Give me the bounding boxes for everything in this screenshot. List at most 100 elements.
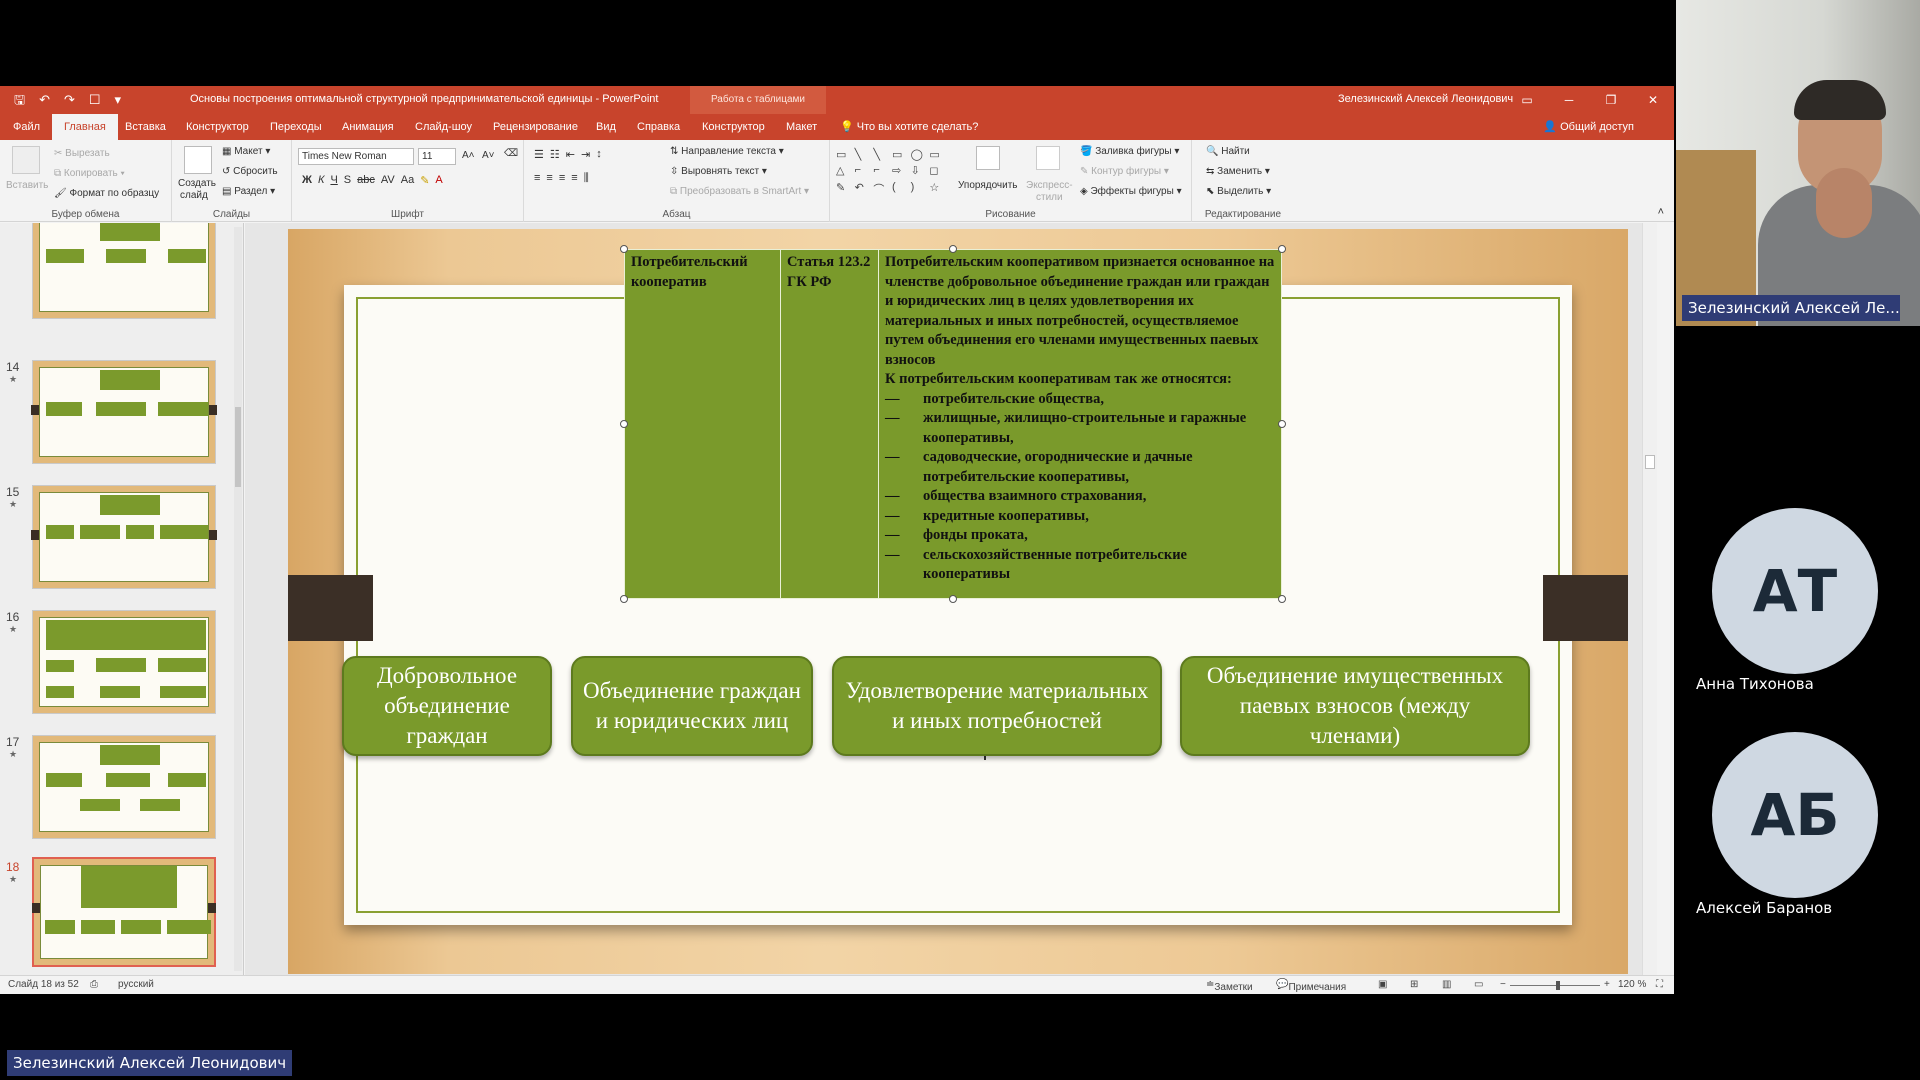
scrollbar-thumb[interactable] bbox=[1645, 455, 1655, 469]
line-spacing-icon[interactable]: ↕ bbox=[596, 148, 602, 161]
select-button[interactable]: ⬉ Выделить ▾ bbox=[1206, 186, 1271, 197]
tab-design[interactable]: Конструктор bbox=[186, 114, 249, 140]
slide-vertical-scrollbar[interactable] bbox=[1642, 223, 1657, 975]
tab-table-layout[interactable]: Макет bbox=[786, 114, 817, 140]
term-cell[interactable]: Потребительский кооператив bbox=[624, 249, 781, 599]
quick-styles-button[interactable]: Экспресс- bbox=[1026, 180, 1073, 191]
font-color-icon[interactable]: A bbox=[435, 174, 442, 187]
arrange-button[interactable]: Упорядочить bbox=[958, 180, 1018, 191]
char-spacing-button[interactable]: AV bbox=[381, 174, 395, 187]
fit-slide-icon[interactable]: ⛶ bbox=[1656, 979, 1663, 990]
resize-handle[interactable] bbox=[1278, 420, 1286, 428]
zoom-level[interactable]: 120 % bbox=[1618, 979, 1646, 990]
bullets-icon[interactable]: ☰ bbox=[534, 148, 544, 161]
shapes-gallery[interactable]: ▭ ╲ ╲ ▭ ◯ ▭ △ ⌐ ⌐ ⇨ ⇩ ◻ ✎ ↶ ⌒ ( ) ☆ bbox=[836, 148, 946, 198]
grow-font-button[interactable]: A˄ bbox=[462, 150, 475, 161]
concept-box-2[interactable]: Объединение граждан и юридических лиц bbox=[571, 656, 813, 756]
align-center-icon[interactable]: ≡ bbox=[546, 172, 552, 185]
reset-button[interactable]: ↺ Сбросить bbox=[222, 166, 278, 177]
concept-box-3[interactable]: Удовлетворение материальных и иных потре… bbox=[832, 656, 1162, 756]
shape-icon[interactable]: ▭ bbox=[836, 148, 853, 162]
italic-button[interactable]: К bbox=[318, 174, 324, 187]
underline-button[interactable]: Ч bbox=[330, 174, 337, 187]
slide-thumbnail[interactable] bbox=[32, 735, 216, 839]
shape-icon[interactable]: ⇩ bbox=[911, 164, 928, 178]
shape-icon[interactable]: ╲ bbox=[855, 148, 872, 162]
minimize-button[interactable]: ─ bbox=[1548, 86, 1590, 114]
definition-cell[interactable]: Потребительским кооперативом признается … bbox=[878, 249, 1282, 599]
avatar[interactable]: АТ bbox=[1712, 508, 1878, 674]
slide-sorter-icon[interactable]: ⊞ bbox=[1410, 979, 1418, 990]
align-text-button[interactable]: ⇳ Выровнять текст ▾ bbox=[670, 166, 767, 177]
paste-button[interactable]: Вставить bbox=[6, 180, 48, 191]
shape-icon[interactable]: ◯ bbox=[911, 148, 928, 162]
tab-table-design[interactable]: Конструктор bbox=[702, 114, 765, 140]
shape-icon[interactable]: △ bbox=[836, 164, 853, 178]
highlight-icon[interactable]: ✎ bbox=[420, 174, 429, 187]
slide-thumbnail[interactable] bbox=[32, 223, 216, 319]
resize-handle[interactable] bbox=[620, 420, 628, 428]
text-direction-button[interactable]: ⇅ Направление текста ▾ bbox=[670, 146, 784, 157]
justify-icon[interactable]: ≡ bbox=[571, 172, 577, 185]
tab-help[interactable]: Справка bbox=[637, 114, 680, 140]
columns-icon[interactable]: ⫼ bbox=[584, 172, 589, 185]
shape-icon[interactable]: ⇨ bbox=[892, 164, 909, 178]
shape-fill-button[interactable]: 🪣 Заливка фигуры ▾ bbox=[1080, 146, 1179, 157]
format-painter-button[interactable]: 🖌 Формат по образцу bbox=[54, 188, 159, 199]
presenter-video[interactable] bbox=[1676, 0, 1920, 326]
save-icon[interactable]: 🖫 bbox=[14, 92, 25, 108]
definition-table[interactable]: Потребительский кооператив Статья 123.2 … bbox=[624, 249, 1282, 599]
resize-handle[interactable] bbox=[1278, 595, 1286, 603]
shape-icon[interactable]: ⌐ bbox=[855, 164, 872, 178]
cut-button[interactable]: ✂ Вырезать bbox=[54, 148, 110, 159]
shape-icon[interactable]: ⌒ bbox=[873, 181, 890, 198]
slide-thumbnail[interactable] bbox=[32, 610, 216, 714]
section-button[interactable]: ▤ Раздел ▾ bbox=[222, 186, 275, 197]
tab-file[interactable]: Файл bbox=[13, 114, 40, 140]
strikethrough-button[interactable]: abc bbox=[357, 174, 375, 187]
numbering-icon[interactable]: ☷ bbox=[550, 148, 560, 161]
resize-handle[interactable] bbox=[620, 595, 628, 603]
font-name-select[interactable]: Times New Roman bbox=[298, 148, 414, 165]
tab-view[interactable]: Вид bbox=[596, 114, 616, 140]
quick-styles-button-line2[interactable]: стили bbox=[1036, 192, 1063, 203]
scrollbar-thumb[interactable] bbox=[235, 407, 241, 487]
shadow-button[interactable]: S bbox=[344, 174, 351, 187]
article-cell[interactable]: Статья 123.2 ГК РФ bbox=[780, 249, 879, 599]
resize-handle[interactable] bbox=[1278, 245, 1286, 253]
align-right-icon[interactable]: ≡ bbox=[559, 172, 565, 185]
slideshow-view-icon[interactable]: ▭ bbox=[1474, 979, 1483, 990]
slide-canvas[interactable]: Потребительский кооператив Статья 123.2 … bbox=[288, 229, 1628, 974]
share-button[interactable]: 👤 Общий доступ bbox=[1543, 114, 1634, 140]
spellcheck-icon[interactable]: ⎙ bbox=[90, 979, 98, 990]
shape-icon[interactable]: ▭ bbox=[892, 148, 909, 162]
shape-icon[interactable]: ⌐ bbox=[873, 164, 890, 178]
new-slide-button[interactable]: Создать bbox=[178, 178, 216, 189]
shape-outline-button[interactable]: ✎ Контур фигуры ▾ bbox=[1080, 166, 1169, 177]
avatar[interactable]: АБ bbox=[1712, 732, 1878, 898]
language-indicator[interactable]: русский bbox=[118, 979, 154, 990]
account-name[interactable]: Зелезинский Алексей Леонидович bbox=[1338, 93, 1513, 105]
normal-view-icon[interactable]: ▣ bbox=[1378, 979, 1387, 990]
bold-button[interactable]: Ж bbox=[302, 174, 312, 187]
copy-button[interactable]: ⧉ Копировать ▾ bbox=[54, 168, 125, 179]
tab-slideshow[interactable]: Слайд-шоу bbox=[415, 114, 472, 140]
shape-icon[interactable]: ☆ bbox=[929, 181, 946, 198]
align-left-icon[interactable]: ≡ bbox=[534, 172, 540, 185]
shape-icon[interactable]: ) bbox=[911, 181, 928, 198]
tell-me-search[interactable]: 💡 Что вы хотите сделать? bbox=[840, 114, 978, 140]
decrease-indent-icon[interactable]: ⇤ bbox=[566, 148, 575, 161]
redo-icon[interactable]: ↷ bbox=[64, 92, 75, 108]
font-size-select[interactable]: 11 bbox=[418, 148, 456, 165]
touch-mode-icon[interactable]: ☐ bbox=[89, 92, 101, 108]
ribbon-display-icon[interactable]: ▭ bbox=[1506, 86, 1548, 114]
notes-button[interactable]: ≐ Заметки bbox=[1206, 979, 1253, 993]
tab-home[interactable]: Главная bbox=[52, 114, 118, 140]
restore-button[interactable]: ❐ bbox=[1590, 86, 1632, 114]
change-case-button[interactable]: Aa bbox=[401, 174, 414, 187]
concept-box-4[interactable]: Объединение имущественных паевых взносов… bbox=[1180, 656, 1530, 756]
tab-review[interactable]: Рецензирование bbox=[493, 114, 578, 140]
collapse-ribbon-icon[interactable]: ˄ bbox=[1658, 206, 1664, 218]
concept-box-1[interactable]: Добровольное объединение граждан bbox=[342, 656, 552, 756]
slide-thumbnail-selected[interactable] bbox=[32, 857, 216, 967]
